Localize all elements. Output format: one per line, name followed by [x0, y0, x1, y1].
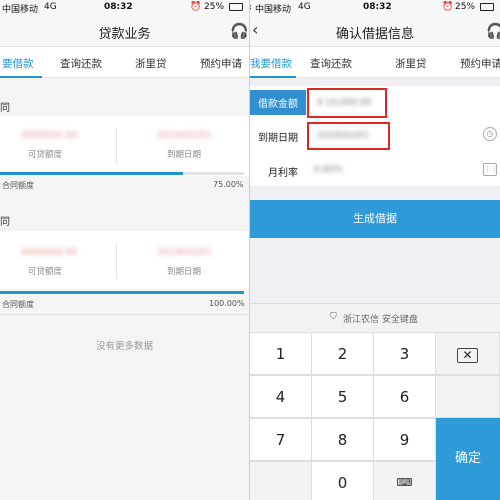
available-amount-value: 3000000.00	[20, 130, 78, 141]
rate-label: 月利率	[268, 168, 298, 179]
battery-icon	[480, 3, 494, 11]
contract-card[interactable]: 3000000.00 可贷额度 2019/02/01 到期日期	[0, 116, 249, 176]
key-7[interactable]: 7	[250, 419, 312, 461]
nav-bar: ‹ 确认借据信息 🎧	[250, 16, 500, 46]
due-date-label: 到期日期	[167, 150, 202, 160]
amount-row: 借款金额 ¥ 10,000.00	[250, 88, 500, 118]
usage-percent-text: 75.00%	[213, 180, 244, 189]
battery-text: 25%	[204, 2, 225, 12]
usage-percent-text: 100.00%	[209, 299, 245, 308]
page-title: 贷款业务	[98, 27, 151, 42]
tab-appointment[interactable]: 预约申请	[460, 56, 500, 71]
key-1[interactable]: 1	[250, 333, 312, 375]
tab-appointment[interactable]: 预约申请	[200, 56, 242, 71]
rate-row: 月利率 0.60% ⋮⋮	[250, 155, 500, 185]
calculator-icon[interactable]: ⋮⋮	[483, 163, 498, 176]
due-date-value: 2019/02/01	[317, 131, 369, 141]
key-8[interactable]: 8	[312, 419, 374, 461]
alarm-icon: ⏰	[190, 2, 202, 12]
due-date-value: 2019/02/01	[157, 130, 212, 141]
tab-query-repay[interactable]: 查询还款	[60, 56, 102, 71]
contract-title: 同	[0, 217, 10, 228]
due-date-value: 2019/02/01	[157, 247, 212, 258]
clock-text: 08:32	[363, 2, 392, 12]
page-title: 确认借据信息	[335, 27, 414, 42]
available-amount-label: 可贷额度	[28, 267, 63, 277]
key-3[interactable]: 3	[374, 333, 436, 375]
blank-key	[436, 376, 500, 418]
battery-text: 25%	[455, 2, 476, 12]
status-bar: 中国移动 4G 08:32 ⏰ 25%	[0, 0, 249, 16]
tab-zheli-loan[interactable]: 浙里贷	[135, 56, 167, 71]
keyboard-icon: ⌨	[396, 476, 413, 489]
active-tab-indicator	[0, 76, 42, 78]
no-more-data-text: 没有更多数据	[95, 341, 153, 352]
carrier-text: 中国移动	[2, 5, 39, 15]
tab-zheli-loan[interactable]: 浙里贷	[395, 56, 427, 71]
nav-bar: 贷款业务 🎧	[0, 16, 249, 46]
list-divider	[0, 314, 249, 315]
key-2[interactable]: 2	[312, 333, 374, 375]
key-6[interactable]: 6	[374, 376, 436, 418]
amount-input[interactable]: ¥ 10,000.00	[307, 88, 387, 118]
available-amount-label: 可贷额度	[28, 150, 63, 160]
key-5[interactable]: 5	[312, 376, 374, 418]
keyboard-header: ⛉ 浙江农信 安全键盘	[250, 303, 500, 332]
confirm-key[interactable]: 确定	[436, 418, 500, 500]
due-date-label: 到期日期	[167, 267, 202, 277]
due-date-label: 到期日期	[258, 133, 298, 144]
network-text: 4G	[298, 2, 311, 12]
confirm-loan-screen: ‹ 中国移动 4G 08:32 ⏰ 25% ‹ 确认借据信息 🎧 我要借款 查询…	[250, 0, 500, 500]
amount-label: 借款金额	[250, 90, 306, 115]
battery-icon	[229, 3, 243, 11]
key-0[interactable]: 0	[312, 462, 374, 500]
alarm-icon: ⏰	[442, 2, 454, 12]
tab-borrow[interactable]: 我要借款	[250, 56, 292, 71]
due-date-input[interactable]: 2019/02/01	[307, 122, 390, 150]
contract-card[interactable]: 3000000.00 可贷额度 2019/02/01 到期日期	[0, 231, 249, 289]
shield-icon: ⛉	[330, 312, 337, 322]
headset-icon[interactable]: 🎧	[486, 22, 500, 40]
usage-progress-bar	[0, 291, 244, 294]
clock-text: 08:32	[104, 2, 133, 12]
rate-value: 0.60%	[314, 165, 343, 175]
status-bar: ‹ 中国移动 4G 08:32 ⏰ 25%	[250, 0, 500, 16]
usage-progress-fill	[0, 172, 183, 175]
back-chevron-icon[interactable]: ‹	[250, 2, 252, 13]
tab-query-repay[interactable]: 查询还款	[310, 56, 352, 71]
blank-key	[250, 462, 312, 500]
backspace-icon: ✕	[457, 348, 478, 363]
card-divider	[116, 243, 117, 279]
tab-bar: 要借款 查询还款 浙里贷 预约申请	[0, 46, 249, 78]
contract-title: 同	[0, 103, 10, 114]
backspace-key[interactable]: ✕	[436, 333, 500, 375]
keyboard-title: 浙江农信 安全键盘	[343, 315, 418, 325]
active-tab-indicator	[250, 76, 296, 78]
clock-icon[interactable]: ◷	[483, 127, 497, 141]
usage-progress-fill	[0, 291, 244, 294]
key-4[interactable]: 4	[250, 376, 312, 418]
usage-progress-bar	[0, 172, 244, 175]
headset-icon[interactable]: 🎧	[230, 22, 249, 40]
tab-bar: 我要借款 查询还款 浙里贷 预约申请	[250, 46, 500, 78]
carrier-text: 中国移动	[255, 5, 292, 15]
network-text: 4G	[44, 2, 57, 12]
loan-business-screen: 中国移动 4G 08:32 ⏰ 25% 贷款业务 🎧 要借款 查询还款 浙里贷 …	[0, 0, 249, 500]
card-divider	[116, 128, 117, 164]
contract-amount-label: 合同额度	[2, 181, 34, 190]
contract-amount-label: 合同额度	[2, 300, 34, 309]
available-amount-value: 3000000.00	[20, 247, 78, 258]
amount-value: ¥ 10,000.00	[317, 98, 372, 108]
key-9[interactable]: 9	[374, 419, 436, 461]
generate-receipt-button[interactable]: 生成借据	[250, 200, 500, 238]
due-date-row: 到期日期 2019/02/01 ◷	[250, 120, 500, 150]
hide-keyboard-key[interactable]: ⌨	[374, 462, 436, 500]
tab-borrow[interactable]: 要借款	[2, 56, 34, 71]
